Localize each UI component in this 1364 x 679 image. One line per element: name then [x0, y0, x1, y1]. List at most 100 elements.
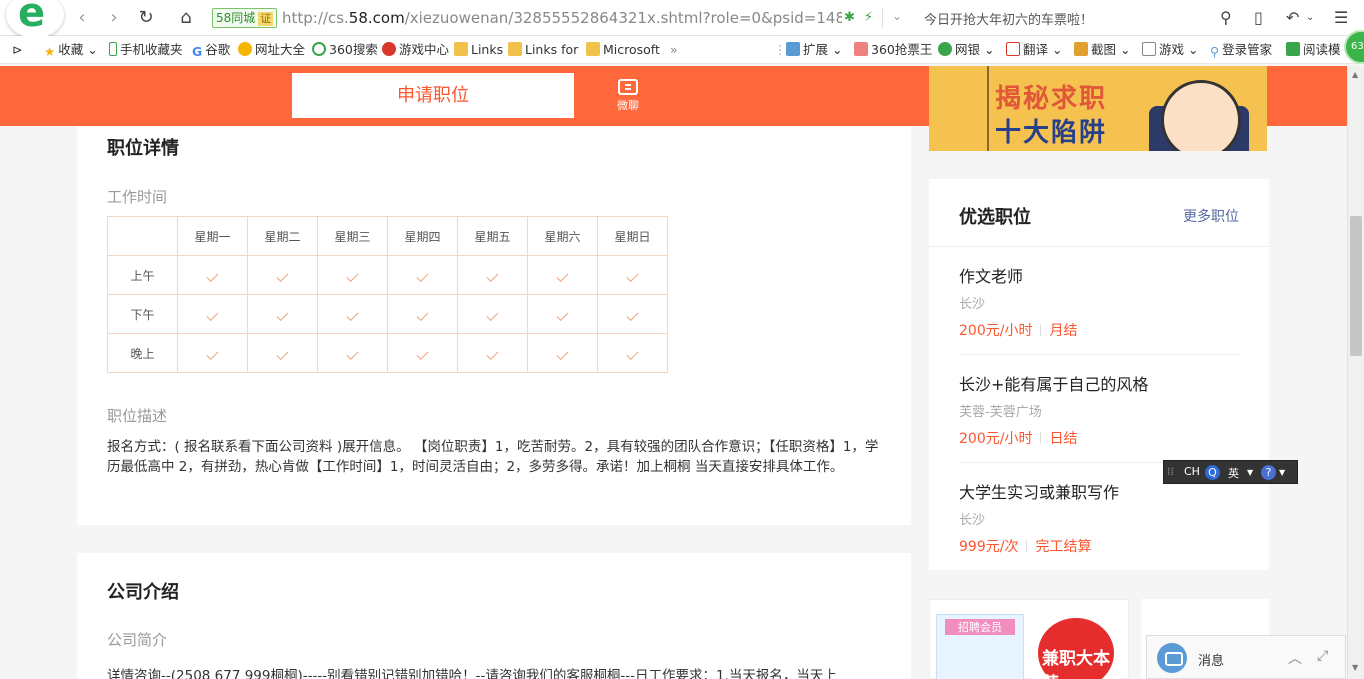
browser-logo-icon[interactable]: e: [6, 0, 64, 38]
undo-icon[interactable]: ↶: [1286, 8, 1299, 27]
job-detail-card: 职位详情 工作时间 星期一 星期二 星期三 星期四 星期五 星期六 星期日 上午…: [77, 126, 911, 525]
job-name[interactable]: 作文老师: [959, 263, 1023, 287]
job-name[interactable]: 大学生实习或兼职写作: [959, 479, 1119, 503]
more-jobs-link[interactable]: 更多职位: [1183, 206, 1239, 226]
ext-label: 截图: [1091, 42, 1117, 57]
url-text[interactable]: http://cs.58.com/xiezuowenan/32855552864…: [282, 8, 842, 28]
check-icon: [556, 269, 569, 283]
ime-lang-code: CH: [1184, 465, 1200, 478]
bookmark-links[interactable]: Links: [454, 42, 503, 58]
table-row: 晚上: [107, 333, 668, 373]
check-icon: [486, 269, 499, 283]
job-item[interactable]: 长沙+能有属于自己的风格 芙蓉-芙蓉广场 200元/小时 日结: [959, 355, 1240, 463]
ime-mode[interactable]: 英: [1228, 465, 1239, 481]
scrollbar-thumb[interactable]: [1350, 216, 1362, 356]
message-label: 消息: [1198, 654, 1225, 669]
day-header: 星期六: [527, 216, 598, 256]
apply-job-button[interactable]: 申请职位: [292, 73, 574, 118]
more-bookmarks-icon[interactable]: »: [670, 42, 678, 58]
chevron-up-icon[interactable]: ︿: [1288, 648, 1302, 668]
check-icon: [276, 347, 289, 361]
help-icon[interactable]: ?: [1261, 465, 1276, 480]
chevron-down-icon[interactable]: ▼: [1279, 468, 1285, 477]
ext-screenshot[interactable]: 截图 ⌄: [1074, 42, 1130, 58]
message-widget[interactable]: 消息 ︿ ⤢: [1146, 635, 1346, 679]
job-description: 报名方式：( 报名联系看下面公司资料 )展开信息。 【岗位职责】1，吃苦耐劳。2…: [107, 439, 879, 475]
folder-icon: [454, 42, 468, 56]
book-icon: [1286, 42, 1300, 56]
pay-amount: 999元/次: [959, 539, 1019, 555]
ext-label: 登录管家: [1222, 42, 1273, 57]
scroll-down-icon[interactable]: ▼: [1352, 663, 1358, 672]
browser-window: { "browser": { "site_tag": "58同城", "site…: [0, 0, 1364, 679]
banner-decoration: [929, 66, 989, 151]
ad-label: 招聘会员: [945, 619, 1015, 635]
forward-icon[interactable]: ›: [104, 8, 124, 28]
ime-logo-icon[interactable]: Q: [1205, 465, 1220, 480]
bookmark-microsoft[interactable]: Microsoft: [586, 42, 660, 58]
recommended-jobs: 优选职位 更多职位 作文老师 长沙 200元/小时 月结 长沙+能有属于自己的风格…: [929, 179, 1269, 570]
bookmark-favorites[interactable]: ★ 收藏 ⌄: [44, 42, 98, 59]
refresh-icon[interactable]: ↻: [136, 8, 156, 28]
table-header-row: 星期一 星期二 星期三 星期四 星期五 星期六 星期日: [107, 216, 668, 256]
bookmark-nav[interactable]: 网址大全: [238, 42, 305, 58]
search-icon[interactable]: ⚲: [1220, 8, 1232, 27]
police-face: [1161, 80, 1241, 151]
check-icon: [486, 347, 499, 361]
job-name[interactable]: 长沙+能有属于自己的风格: [959, 371, 1148, 395]
bookmark-label: Links: [471, 42, 504, 57]
sidebar-toggle-icon[interactable]: ⊳: [12, 42, 22, 58]
gamepad-icon: [1142, 42, 1156, 56]
ad-recruit-member[interactable]: 招聘会员: [936, 614, 1024, 679]
verified-badge: 证: [258, 12, 274, 26]
scrollbar[interactable]: ▲ ▼: [1347, 66, 1364, 679]
bookmark-mobile-favorites[interactable]: 手机收藏夹: [109, 42, 183, 58]
ext-label: 360抢票王: [871, 42, 933, 57]
back-icon[interactable]: ‹: [72, 8, 92, 28]
key-icon: ⚲: [1210, 44, 1220, 59]
ext-extensions[interactable]: 扩展 ⌄: [786, 42, 842, 58]
job-item[interactable]: 作文老师 长沙 200元/小时 月结: [959, 247, 1240, 355]
site-verify-badge[interactable]: 58同城证: [212, 8, 278, 28]
bookmark-links-for[interactable]: Links for: [508, 42, 578, 58]
bookmark-games[interactable]: 游戏中心: [382, 42, 449, 58]
ext-reading-mode[interactable]: 阅读模: [1286, 42, 1341, 58]
ad-parttime-camp[interactable]: 兼职大本营: [1032, 614, 1120, 679]
company-card: 公司介绍 公司简介 详情咨询--(2508 677 999桐桐)-----别看错…: [77, 553, 911, 679]
chevron-down-icon[interactable]: ⌄: [1306, 12, 1314, 23]
star-icon: ★: [44, 44, 56, 59]
expand-icon[interactable]: ⤢: [1317, 648, 1328, 664]
promo-banner[interactable]: 揭秘求职 十大陷阱: [929, 66, 1267, 151]
bookmarks-bar: ⊳ ★ 收藏 ⌄ 手机收藏夹 G 谷歌 网址大全 360搜索 游戏中心 Links …: [0, 36, 1364, 64]
ext-bank[interactable]: 网银 ⌄: [938, 42, 994, 58]
google-icon: G: [192, 44, 203, 59]
day-header: 星期二: [247, 216, 318, 256]
speed-icon[interactable]: ⚡: [864, 10, 873, 25]
drag-handle-icon[interactable]: ⁞⁞: [1167, 465, 1174, 478]
bookmark-360search[interactable]: 360搜索: [312, 42, 378, 58]
ext-games[interactable]: 游戏 ⌄: [1142, 42, 1198, 58]
check-icon: [626, 308, 639, 322]
period-label: 上午: [107, 255, 178, 295]
ext-login-manager[interactable]: ⚲ 登录管家: [1210, 42, 1273, 59]
chevron-down-icon[interactable]: ▼: [1247, 468, 1253, 477]
job-location: 长沙: [959, 297, 986, 312]
url-field[interactable]: 58同城证 http://cs.58.com/xiezuowenan/32855…: [208, 5, 912, 31]
bookmark-google[interactable]: G 谷歌: [192, 42, 230, 59]
job-location: 芙蓉-芙蓉广场: [959, 405, 1042, 420]
ext-ticket[interactable]: 360抢票王: [854, 42, 932, 58]
ime-toolbar[interactable]: ⁞⁞ CH Q 英 ▼ ? ▼: [1163, 460, 1298, 484]
wechat-button[interactable]: 微聊: [611, 79, 645, 113]
day-header: 星期四: [387, 216, 458, 256]
ext-label: 阅读模: [1303, 42, 1341, 57]
settle-type: 日结: [1049, 431, 1078, 447]
search-input[interactable]: 今日开抢大年初六的车票啦！: [924, 9, 1093, 28]
mobile-icon[interactable]: ▯: [1254, 8, 1263, 27]
scroll-up-icon[interactable]: ▲: [1352, 70, 1358, 79]
home-icon[interactable]: ⌂: [176, 8, 196, 28]
translate-icon: [1006, 42, 1020, 56]
menu-icon[interactable]: ☰: [1334, 8, 1348, 27]
chevron-down-icon[interactable]: ⌄: [892, 9, 902, 23]
security-icon[interactable]: ✱: [844, 10, 855, 25]
ext-translate[interactable]: 翻译 ⌄: [1006, 42, 1062, 58]
